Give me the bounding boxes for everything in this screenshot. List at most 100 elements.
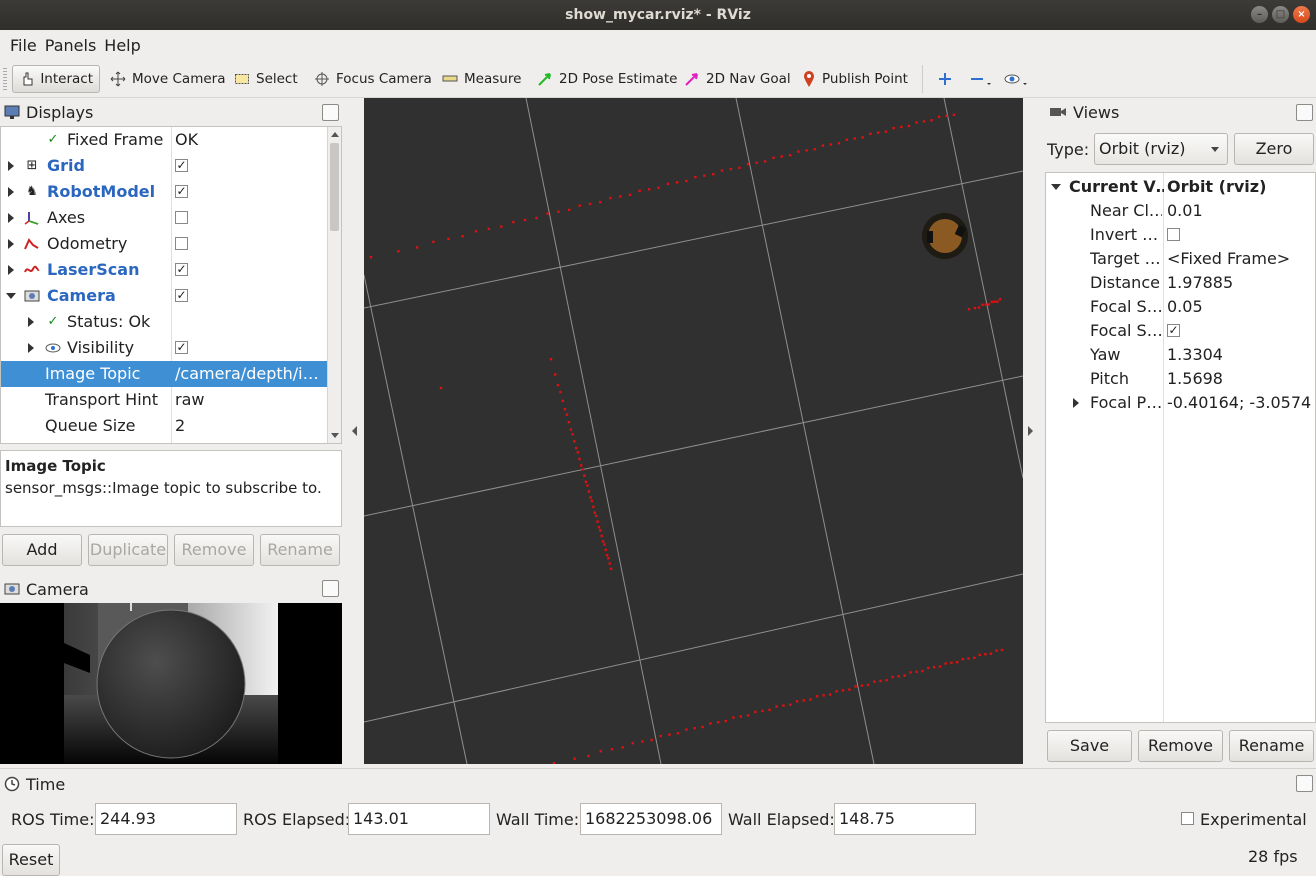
display-row-queue-size[interactable]: Queue Size 2 bbox=[1, 413, 328, 439]
collapse-right-icon[interactable] bbox=[1028, 426, 1033, 436]
display-row-robotmodel[interactable]: ♞ RobotModel ✓ bbox=[1, 179, 328, 205]
scroll-down-icon[interactable] bbox=[331, 433, 339, 438]
laserscan-enable-checkbox[interactable]: ✓ bbox=[175, 263, 188, 276]
toolbar-grip[interactable] bbox=[3, 68, 7, 92]
pose-estimate-tool-button[interactable]: 2D Pose Estimate bbox=[531, 65, 683, 93]
robot-icon: ♞ bbox=[26, 184, 38, 199]
row-value[interactable]: 0.05 bbox=[1167, 297, 1313, 316]
reset-button[interactable]: Reset bbox=[2, 844, 60, 876]
displays-scrollbar[interactable] bbox=[327, 127, 341, 443]
remove-tool-button[interactable] bbox=[964, 65, 998, 93]
view-row-yaw[interactable]: Yaw 1.3304 bbox=[1046, 343, 1316, 367]
expand-arrow-icon[interactable] bbox=[8, 161, 14, 171]
display-row-laserscan[interactable]: LaserScan ✓ bbox=[1, 257, 328, 283]
view-row-focal-point[interactable]: Focal P… -0.40164; -3.0574… bbox=[1046, 391, 1316, 415]
display-row-visibility[interactable]: Visibility ✓ bbox=[1, 335, 328, 361]
row-value[interactable]: 2 bbox=[175, 416, 185, 435]
ros-elapsed-field[interactable]: 143.01 bbox=[348, 803, 490, 835]
row-value[interactable]: -0.40164; -3.0574… bbox=[1167, 393, 1313, 412]
view-type-select[interactable]: Orbit (rviz) bbox=[1094, 133, 1228, 165]
grid-enable-checkbox[interactable]: ✓ bbox=[175, 159, 188, 172]
time-panel-float-toggle[interactable] bbox=[1296, 775, 1313, 792]
measure-tool-button[interactable]: Measure bbox=[436, 65, 527, 93]
select-tool-button[interactable]: Select bbox=[228, 65, 304, 93]
panels-visibility-button[interactable] bbox=[998, 65, 1034, 93]
expand-arrow-icon[interactable] bbox=[28, 343, 34, 353]
display-row-camera[interactable]: Camera ✓ bbox=[1, 283, 328, 309]
collapse-arrow-icon[interactable] bbox=[6, 293, 16, 299]
wall-time-field[interactable]: 1682253098.06 bbox=[580, 803, 722, 835]
expand-arrow-icon[interactable] bbox=[8, 265, 14, 275]
menu-help[interactable]: Help bbox=[104, 36, 140, 55]
displays-tree: ✓ Fixed Frame OK ⊞ Grid ✓ ♞ RobotModel ✓… bbox=[0, 126, 342, 444]
row-value[interactable]: 1.97885 bbox=[1167, 273, 1313, 292]
rename-view-button[interactable]: Rename bbox=[1229, 730, 1314, 762]
invert-checkbox[interactable] bbox=[1167, 228, 1180, 241]
ros-time-field[interactable]: 244.93 bbox=[95, 803, 237, 835]
view-row-focal-shape-size[interactable]: Focal S… 0.05 bbox=[1046, 295, 1316, 319]
close-icon[interactable]: × bbox=[1293, 6, 1310, 23]
move-camera-tool-button[interactable]: Move Camera bbox=[104, 65, 231, 93]
row-value[interactable]: raw bbox=[175, 390, 204, 409]
add-tool-button[interactable] bbox=[932, 65, 958, 93]
experimental-checkbox[interactable] bbox=[1181, 812, 1194, 825]
menu-file[interactable]: File bbox=[10, 36, 37, 55]
remove-view-button[interactable]: Remove bbox=[1138, 730, 1223, 762]
row-value[interactable]: <Fixed Frame> bbox=[1167, 249, 1313, 268]
scroll-up-icon[interactable] bbox=[331, 132, 339, 137]
display-row-axes[interactable]: Axes bbox=[1, 205, 328, 231]
odometry-enable-checkbox[interactable] bbox=[175, 237, 188, 250]
axes-enable-checkbox[interactable] bbox=[175, 211, 188, 224]
wall-elapsed-field[interactable]: 148.75 bbox=[834, 803, 976, 835]
row-value[interactable]: 0.01 bbox=[1167, 201, 1313, 220]
view-row-distance[interactable]: Distance 1.97885 bbox=[1046, 271, 1316, 295]
camera-enable-checkbox[interactable]: ✓ bbox=[175, 289, 188, 302]
interact-tool-button[interactable]: Interact bbox=[12, 65, 100, 93]
views-float-toggle[interactable] bbox=[1296, 104, 1313, 121]
expand-arrow-icon[interactable] bbox=[1073, 398, 1079, 408]
expand-arrow-icon[interactable] bbox=[8, 239, 14, 249]
row-label: LaserScan bbox=[47, 260, 140, 279]
duplicate-display-button[interactable]: Duplicate bbox=[88, 534, 168, 566]
display-row-grid[interactable]: ⊞ Grid ✓ bbox=[1, 153, 328, 179]
maximize-icon[interactable]: □ bbox=[1272, 6, 1289, 23]
row-value[interactable]: 1.5698 bbox=[1167, 369, 1313, 388]
expand-arrow-icon[interactable] bbox=[8, 187, 14, 197]
expand-arrow-icon[interactable] bbox=[28, 317, 34, 327]
view-row-focal-shape-fixed[interactable]: Focal S… ✓ bbox=[1046, 319, 1316, 343]
view-row-near-clip[interactable]: Near Cl… 0.01 bbox=[1046, 199, 1316, 223]
view-row-invert[interactable]: Invert … bbox=[1046, 223, 1316, 247]
display-row-fixed-frame[interactable]: ✓ Fixed Frame OK bbox=[1, 127, 328, 153]
focus-camera-tool-button[interactable]: Focus Camera bbox=[308, 65, 438, 93]
laser-point bbox=[915, 121, 918, 124]
view-row-current[interactable]: Current V… Orbit (rviz) bbox=[1046, 175, 1316, 199]
display-row-image-topic[interactable]: Image Topic /camera/depth/i… bbox=[1, 361, 328, 387]
display-row-odometry[interactable]: Odometry bbox=[1, 231, 328, 257]
zero-view-button[interactable]: Zero bbox=[1234, 133, 1314, 165]
robotmodel-enable-checkbox[interactable]: ✓ bbox=[175, 185, 188, 198]
nav-goal-tool-button[interactable]: 2D Nav Goal bbox=[678, 65, 797, 93]
rename-display-button[interactable]: Rename bbox=[260, 534, 340, 566]
expand-arrow-icon[interactable] bbox=[8, 213, 14, 223]
scroll-thumb[interactable] bbox=[330, 143, 339, 231]
displays-float-toggle[interactable] bbox=[322, 104, 339, 121]
row-value[interactable]: /camera/depth/i… bbox=[175, 364, 319, 383]
row-label: Camera bbox=[47, 286, 116, 305]
camera-panel-float-toggle[interactable] bbox=[322, 580, 339, 597]
menu-panels[interactable]: Panels bbox=[45, 36, 97, 55]
display-row-status[interactable]: ✓ Status: Ok bbox=[1, 309, 328, 335]
collapse-left-icon[interactable] bbox=[352, 426, 357, 436]
remove-display-button[interactable]: Remove bbox=[174, 534, 254, 566]
collapse-arrow-icon[interactable] bbox=[1051, 184, 1061, 190]
visibility-checkbox[interactable]: ✓ bbox=[175, 341, 188, 354]
publish-point-tool-button[interactable]: Publish Point bbox=[796, 65, 914, 93]
focal-shape-fixed-checkbox[interactable]: ✓ bbox=[1167, 324, 1180, 337]
save-view-button[interactable]: Save bbox=[1047, 730, 1132, 762]
view-row-pitch[interactable]: Pitch 1.5698 bbox=[1046, 367, 1316, 391]
row-value[interactable]: 1.3304 bbox=[1167, 345, 1313, 364]
3d-render-viewport[interactable] bbox=[364, 98, 1023, 764]
add-display-button[interactable]: Add bbox=[2, 534, 82, 566]
display-row-transport-hint[interactable]: Transport Hint raw bbox=[1, 387, 328, 413]
view-row-target[interactable]: Target … <Fixed Frame> bbox=[1046, 247, 1316, 271]
minimize-icon[interactable]: – bbox=[1251, 6, 1268, 23]
